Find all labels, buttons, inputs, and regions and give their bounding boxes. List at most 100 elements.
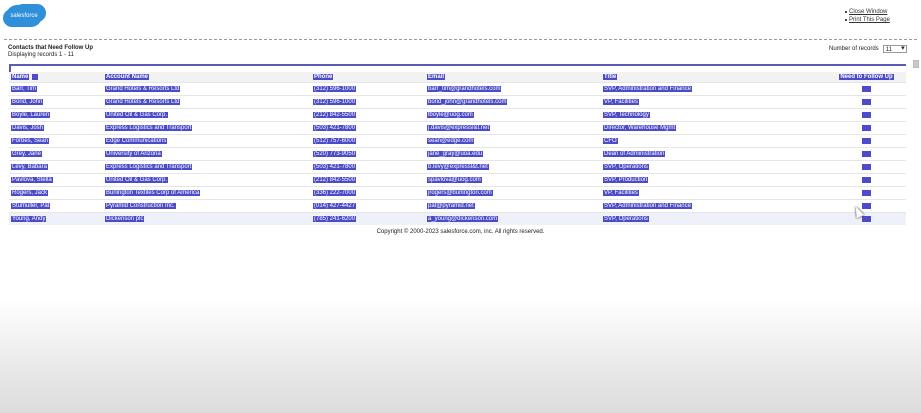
cell-title: CFO: [603, 138, 618, 144]
records-select[interactable]: 11: [882, 45, 907, 53]
cell-follow-up[interactable]: [827, 161, 906, 174]
bullet-icon: [845, 19, 847, 21]
cell-follow-up[interactable]: [827, 174, 906, 187]
cell-follow-up[interactable]: [827, 148, 906, 161]
cell-follow-up[interactable]: [827, 109, 906, 122]
cell-title: SVP, Administration and Finance: [603, 86, 692, 92]
report-subtitle: Displaying records 1 - 11: [8, 52, 74, 58]
cell-phone: (520) 773-9050: [313, 151, 357, 157]
checkbox-icon[interactable]: [862, 202, 871, 209]
table-row: Young, Andy Dickenson plc (785) 241-6200 a_…: [9, 212, 906, 226]
cell-account: Edge Communications: [105, 138, 168, 144]
copyright-text: Copyright © 2000-2023 salesforce.com, in…: [376, 229, 545, 235]
table-row: Boyle, Lauren United Oil & Gas Corp. (212)…: [9, 108, 906, 122]
cell-account: Grand Hotels & Resorts Ltd: [105, 86, 181, 92]
bullet-icon: [845, 11, 847, 13]
column-header-follow-up[interactable]: Need to Follow Up: [827, 72, 906, 83]
contacts-table: Name Account Name Phone Email Title Need…: [9, 64, 906, 225]
cell-phone: (503) 421-7800: [313, 164, 357, 170]
cell-title: VP, Facilities: [603, 99, 639, 105]
checkbox-icon[interactable]: [862, 150, 871, 157]
report-heading: Contacts that Need Follow Up Displaying …: [8, 45, 93, 59]
cell-title: SVP, Production: [603, 177, 649, 183]
cell-name: Pavlova, Stella: [11, 177, 53, 183]
column-header-email[interactable]: Email: [425, 72, 601, 83]
cell-email: sean@edge.com: [427, 138, 475, 144]
cell-account: Express Logistics and Transport: [105, 125, 193, 131]
cell-title: SVP, Operations: [603, 216, 649, 222]
cell-follow-up[interactable]: [827, 83, 906, 96]
column-header-name[interactable]: Name: [9, 72, 103, 83]
records-label: Number of records: [829, 46, 879, 52]
cell-account: Burlington Textiles Corp of America: [105, 190, 201, 196]
cell-account: Express Logistics and Transport: [105, 164, 193, 170]
cell-title: Dean of Administration: [603, 151, 666, 157]
checkbox-icon[interactable]: [862, 124, 871, 131]
checkbox-icon[interactable]: [862, 215, 871, 222]
cell-title: VP, Facilities: [603, 190, 639, 196]
cell-name: Bond, John: [11, 99, 44, 105]
cell-phone: (336) 222-7000: [313, 190, 357, 196]
cell-name: Forbes, Sean: [11, 138, 50, 144]
report-title: Contacts that Need Follow Up: [8, 45, 94, 51]
table-row: Rogers, Jack Burlington Textiles Corp of …: [9, 186, 906, 200]
print-page-link[interactable]: Print This Page: [845, 16, 890, 24]
cell-email: a_young@dickenson.com: [427, 216, 499, 222]
column-header-account[interactable]: Account Name: [103, 72, 311, 83]
column-header-title[interactable]: Title: [601, 72, 827, 83]
cell-email: barr_tim@grandhotels.com: [427, 86, 502, 92]
cell-account: United Oil & Gas Corp.: [105, 177, 169, 183]
cell-name: Boyle, Lauren: [11, 112, 51, 118]
cell-account: Grand Hotels & Resorts Ltd: [105, 99, 181, 105]
checkbox-icon[interactable]: [862, 111, 871, 118]
checkbox-icon[interactable]: [862, 137, 871, 144]
cell-email: b.levy@expressl&t.net: [427, 164, 489, 170]
cell-phone: (312) 596-1000: [313, 86, 357, 92]
table-row: Stumuller, Pat Pyramid Construction Inc. (…: [9, 199, 906, 213]
cell-follow-up[interactable]: [827, 135, 906, 148]
cell-follow-up[interactable]: [827, 187, 906, 200]
checkbox-icon[interactable]: [862, 98, 871, 105]
top-links: Close Window Print This Page: [845, 8, 890, 24]
cell-follow-up[interactable]: [827, 213, 906, 226]
table-row: Grey, Jane University of Arizona (520) 773…: [9, 147, 906, 161]
cell-phone: (212) 842-5500: [313, 112, 357, 118]
cell-follow-up[interactable]: [827, 200, 906, 213]
cell-email: j.davis@expressl&t.net: [427, 125, 491, 131]
cell-title: Director, Warehouse Mgmt: [603, 125, 677, 131]
cell-name: Davis, Josh: [11, 125, 45, 131]
cell-name: Young, Andy: [11, 216, 47, 222]
checkbox-icon[interactable]: [862, 85, 871, 92]
scrollbar-handle[interactable]: [913, 60, 919, 68]
checkbox-icon[interactable]: [862, 189, 871, 196]
cell-account: Pyramid Construction Inc.: [105, 203, 176, 209]
cell-account: University of Arizona: [105, 151, 162, 157]
cell-phone: (503) 421-7800: [313, 125, 357, 131]
cell-email: jane_gray@uoa.edu: [427, 151, 484, 157]
cell-follow-up[interactable]: [827, 96, 906, 109]
cell-name: Levy, Babara: [11, 164, 48, 170]
salesforce-logo: salesforce: [6, 5, 42, 27]
cell-title: SVP, Administration and Finance: [603, 203, 692, 209]
cell-email: pat@pyramid.net: [427, 203, 475, 209]
cell-email: bond_john@grandhotels.com: [427, 99, 508, 105]
cell-phone: (312) 596-1000: [313, 99, 357, 105]
cell-name: Rogers, Jack: [11, 190, 49, 196]
table-row: Levy, Babara Express Logistics and Transp…: [9, 160, 906, 174]
cell-phone: (785) 241-6200: [313, 216, 357, 222]
cell-follow-up[interactable]: [827, 122, 906, 135]
cell-email: jrogers@burlington.com: [427, 190, 493, 196]
close-window-link[interactable]: Close Window: [845, 8, 890, 16]
column-header-phone[interactable]: Phone: [311, 72, 425, 83]
cell-phone: (512) 757-6000: [313, 138, 357, 144]
checkbox-icon[interactable]: [862, 176, 871, 183]
checkbox-icon[interactable]: [862, 163, 871, 170]
table-row: Pavlova, Stella United Oil & Gas Corp. (21…: [9, 173, 906, 187]
table-header-row: Name Account Name Phone Email Title Need…: [9, 72, 906, 83]
cell-phone: (014) 427-4427: [313, 203, 357, 209]
table-row: Forbes, Sean Edge Communications (512) 757…: [9, 134, 906, 148]
cell-email: spavlova@uog.com: [427, 177, 482, 183]
cell-name: Barr, Tim: [11, 86, 38, 92]
records-control: Number of records 11: [829, 45, 907, 53]
cell-account: Dickenson plc: [105, 216, 145, 222]
